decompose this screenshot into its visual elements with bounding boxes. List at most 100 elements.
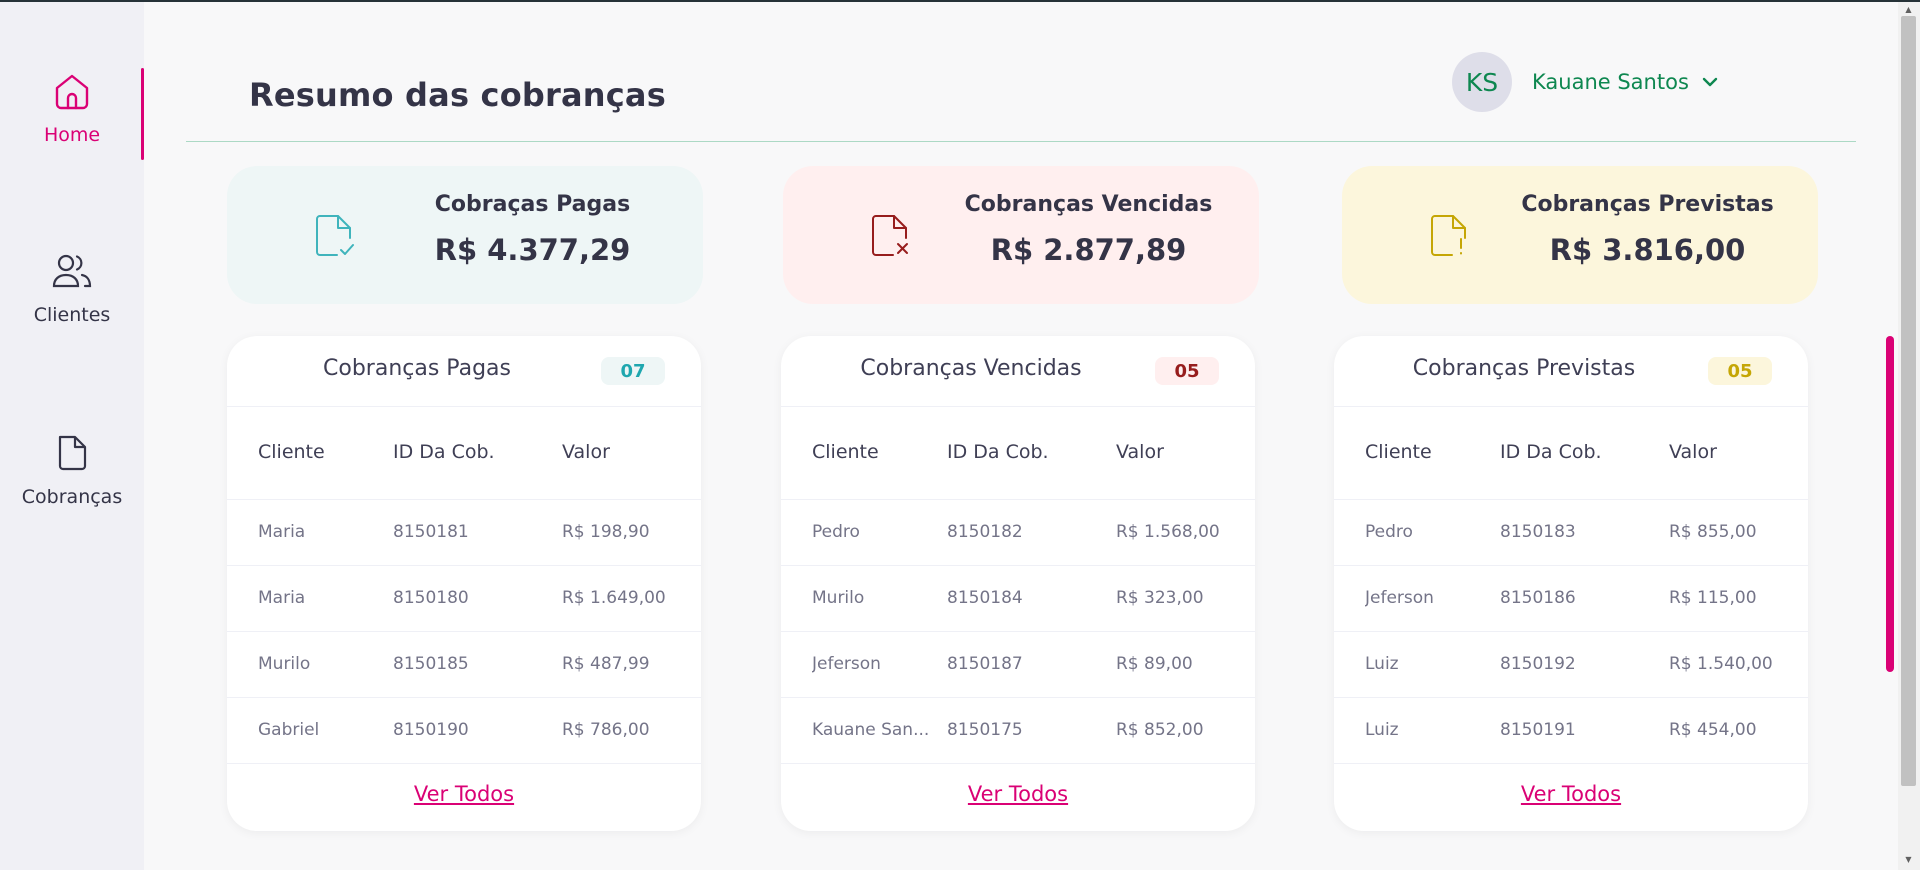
cell-id: 8150182 [947, 522, 1023, 542]
table-row: Pedro 8150182 R$ 1.568,00 [781, 500, 1255, 566]
count-badge: 05 [1155, 357, 1219, 385]
cell-id: 8150187 [947, 654, 1023, 674]
summary-title: Cobranças Vencidas [964, 192, 1213, 217]
table-row: Murilo 8150185 R$ 487,99 [227, 632, 701, 698]
count-badge: 07 [601, 357, 665, 385]
cell-value: R$ 115,00 [1669, 588, 1757, 608]
header-divider [186, 141, 1856, 142]
table-title: Cobranças Previstas [1412, 356, 1636, 381]
cell-client: Luiz [1365, 720, 1399, 740]
cell-client: Maria [258, 588, 306, 608]
scroll-up-arrow-icon[interactable]: ▲ [1901, 4, 1916, 14]
document-x-icon [869, 214, 913, 258]
column-header-id: ID Da Cob. [947, 441, 1049, 463]
cell-value: R$ 1.540,00 [1669, 654, 1773, 674]
table-row: Jeferson 8150186 R$ 115,00 [1334, 566, 1808, 632]
table-row: Luiz 8150191 R$ 454,00 [1334, 698, 1808, 764]
summary-title: Cobranças Previstas [1521, 192, 1774, 217]
table-card-paid: Cobranças Pagas 07 Cliente ID Da Cob. Va… [227, 336, 701, 831]
table-row: Murilo 8150184 R$ 323,00 [781, 566, 1255, 632]
cell-value: R$ 786,00 [562, 720, 650, 740]
column-header-id: ID Da Cob. [393, 441, 495, 463]
cell-id: 8150190 [393, 720, 469, 740]
cell-id: 8150185 [393, 654, 469, 674]
cell-value: R$ 89,00 [1116, 654, 1193, 674]
cell-value: R$ 1.649,00 [562, 588, 666, 608]
cell-id: 8150184 [947, 588, 1023, 608]
cell-id: 8150180 [393, 588, 469, 608]
user-name: Kauane Santos [1532, 70, 1689, 94]
cell-client: Kauane San... [812, 720, 930, 740]
see-all-link[interactable]: Ver Todos [781, 782, 1255, 806]
cell-id: 8150183 [1500, 522, 1576, 542]
sidebar-item-label: Home [43, 124, 101, 146]
cell-value: R$ 198,90 [562, 522, 650, 542]
cell-value: R$ 454,00 [1669, 720, 1757, 740]
cell-id: 8150175 [947, 720, 1023, 740]
summary-value: R$ 3.816,00 [1549, 233, 1746, 267]
see-all-link[interactable]: Ver Todos [227, 782, 701, 806]
document-alert-icon [1428, 214, 1472, 258]
window-top-border [0, 0, 1920, 2]
cell-client: Luiz [1365, 654, 1399, 674]
cell-value: R$ 323,00 [1116, 588, 1204, 608]
sidebar-item-home[interactable]: Home [0, 68, 144, 160]
table-row: Kauane San... 8150175 R$ 852,00 [781, 698, 1255, 764]
sidebar-item-label: Clientes [33, 304, 111, 326]
table-title: Cobranças Vencidas [860, 356, 1082, 381]
document-icon [49, 430, 95, 476]
table-row: Pedro 8150183 R$ 855,00 [1334, 500, 1808, 566]
document-check-icon [313, 214, 357, 258]
window-scrollbar-thumb[interactable] [1901, 16, 1916, 786]
table-header-row: Cliente ID Da Cob. Valor [227, 407, 701, 500]
column-header-client: Cliente [812, 441, 879, 463]
cell-client: Murilo [258, 654, 311, 674]
summary-card-pending: Cobranças Previstas R$ 3.816,00 [1342, 166, 1818, 304]
table-row: Jeferson 8150187 R$ 89,00 [781, 632, 1255, 698]
user-menu[interactable]: KS Kauane Santos [1452, 52, 1721, 112]
cell-client: Maria [258, 522, 306, 542]
cell-client: Pedro [812, 522, 860, 542]
table-title: Cobranças Pagas [323, 356, 511, 381]
cell-id: 8150186 [1500, 588, 1576, 608]
cell-client: Jeferson [812, 654, 881, 674]
cell-id: 8150191 [1500, 720, 1576, 740]
cell-value: R$ 852,00 [1116, 720, 1204, 740]
count-badge: 05 [1708, 357, 1772, 385]
summary-title: Cobraças Pagas [434, 192, 631, 217]
users-icon [49, 248, 95, 294]
content-scrollbar-thumb[interactable] [1886, 336, 1894, 672]
home-icon [49, 68, 95, 114]
chevron-down-icon[interactable] [1699, 71, 1721, 93]
cell-client: Pedro [1365, 522, 1413, 542]
table-row: Maria 8150180 R$ 1.649,00 [227, 566, 701, 632]
sidebar: Home Clientes Cobranças [0, 2, 144, 870]
cell-value: R$ 855,00 [1669, 522, 1757, 542]
cell-client: Murilo [812, 588, 865, 608]
sidebar-item-cobrancas[interactable]: Cobranças [0, 430, 144, 520]
table-card-pending: Cobranças Previstas 05 Cliente ID Da Cob… [1334, 336, 1808, 831]
avatar: KS [1452, 52, 1512, 112]
summary-card-paid: Cobraças Pagas R$ 4.377,29 [227, 166, 703, 304]
table-row: Luiz 8150192 R$ 1.540,00 [1334, 632, 1808, 698]
table-row: Gabriel 8150190 R$ 786,00 [227, 698, 701, 764]
table-header-row: Cliente ID Da Cob. Valor [1334, 407, 1808, 500]
column-header-id: ID Da Cob. [1500, 441, 1602, 463]
summary-value: R$ 2.877,89 [990, 233, 1187, 267]
column-header-value: Valor [1116, 441, 1164, 463]
table-header-row: Cliente ID Da Cob. Valor [781, 407, 1255, 500]
column-header-value: Valor [562, 441, 610, 463]
cell-id: 8150192 [1500, 654, 1576, 674]
scroll-down-arrow-icon[interactable]: ▼ [1901, 853, 1916, 865]
column-header-client: Cliente [258, 441, 325, 463]
sidebar-item-label: Cobranças [21, 486, 123, 508]
cell-client: Jeferson [1365, 588, 1434, 608]
summary-value: R$ 4.377,29 [434, 233, 631, 267]
table-row: Maria 8150181 R$ 198,90 [227, 500, 701, 566]
cell-id: 8150181 [393, 522, 469, 542]
cell-value: R$ 1.568,00 [1116, 522, 1220, 542]
sidebar-item-clientes[interactable]: Clientes [0, 248, 144, 338]
see-all-link[interactable]: Ver Todos [1334, 782, 1808, 806]
summary-card-late: Cobranças Vencidas R$ 2.877,89 [783, 166, 1259, 304]
column-header-client: Cliente [1365, 441, 1432, 463]
